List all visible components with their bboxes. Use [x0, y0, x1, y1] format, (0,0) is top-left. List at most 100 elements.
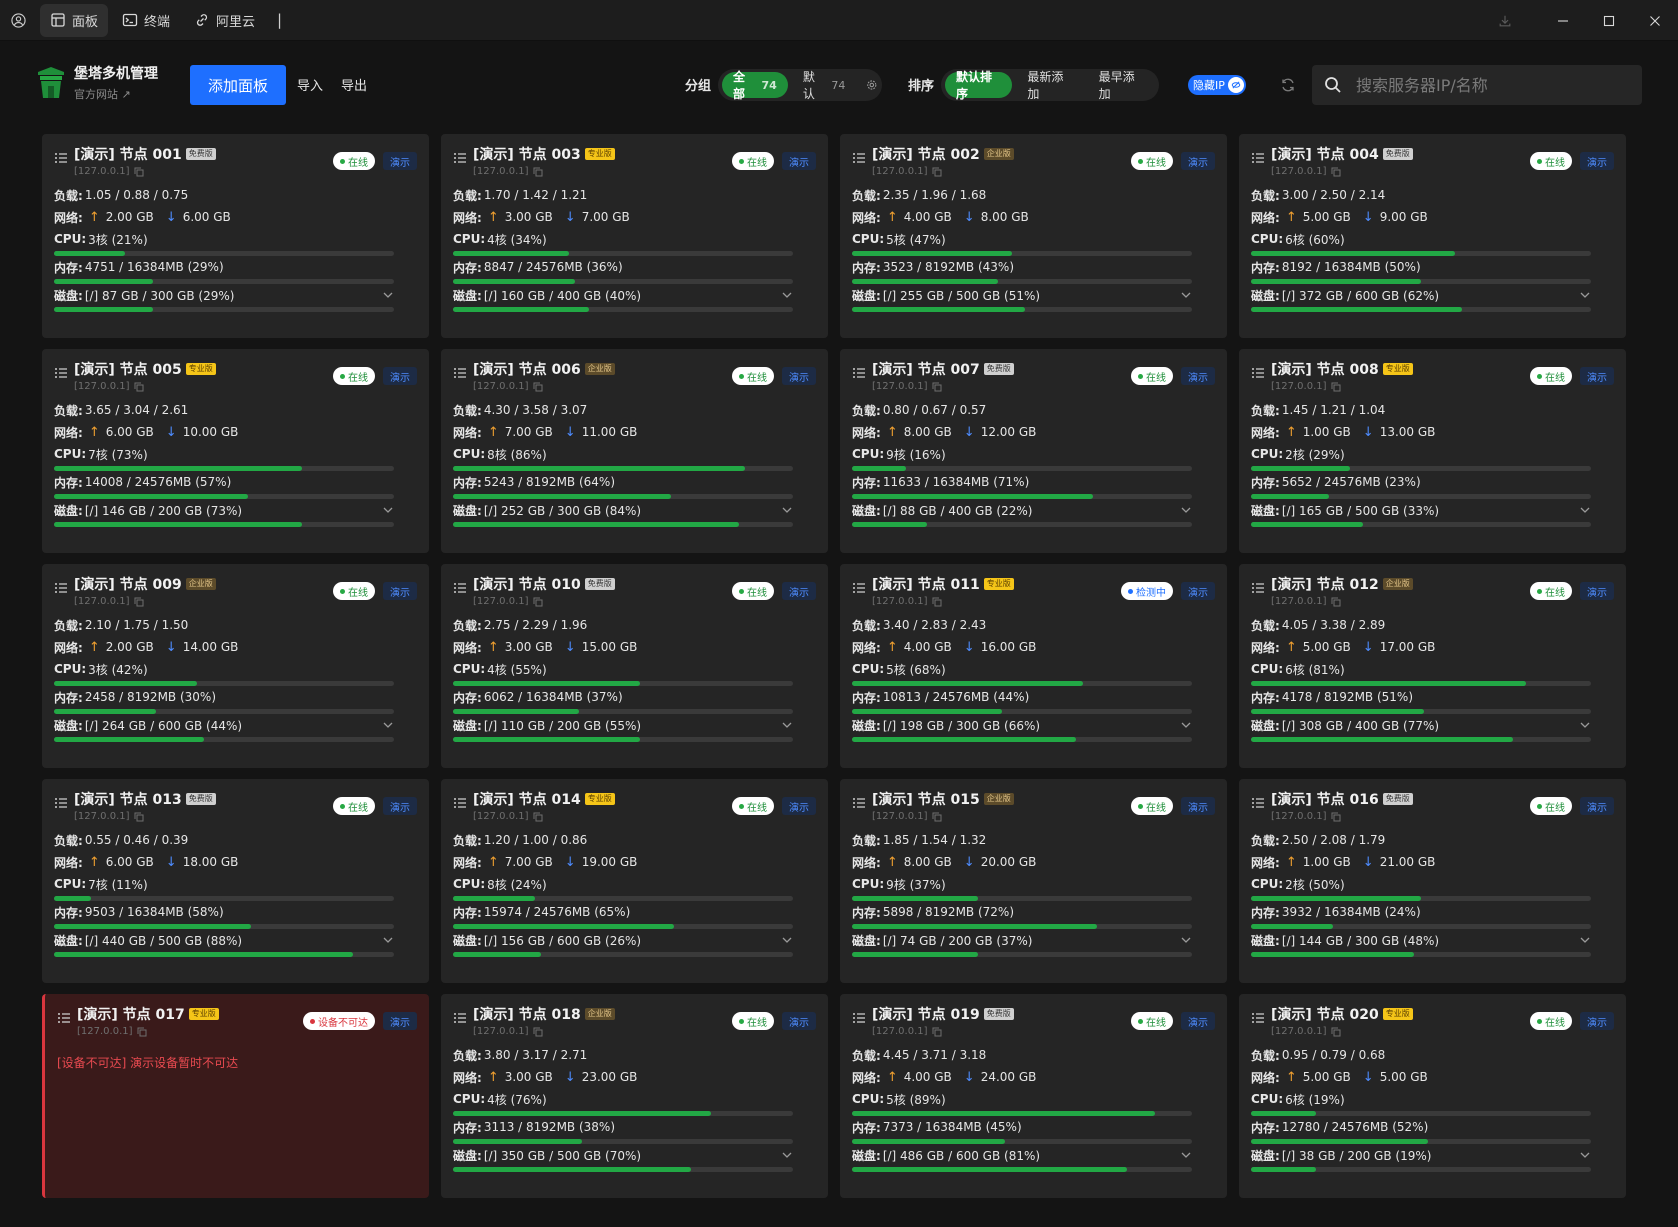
server-title[interactable]: [演示] 节点 014	[473, 789, 581, 809]
server-title[interactable]: [演示] 节点 018	[473, 1004, 581, 1024]
server-title[interactable]: [演示] 节点 009	[74, 574, 182, 594]
server-card[interactable]: [演示] 节点 018 企业版 [127.0.0.1] 在线 演示 负载: 3.80 / 3…	[441, 994, 828, 1198]
drag-menu-icon[interactable]	[54, 366, 68, 380]
tab-aliyun[interactable]: 阿里云	[184, 4, 265, 37]
drag-menu-icon[interactable]	[1251, 1011, 1265, 1025]
server-card[interactable]: [演示] 节点 019 免费版 [127.0.0.1] 在线 演示 负载: 4.45 / 3…	[840, 994, 1227, 1198]
server-card[interactable]: [演示] 节点 017 专业版 [127.0.0.1] 设备不可达 演示 [设备不可达] …	[42, 994, 429, 1198]
chevron-down-icon[interactable]	[1180, 934, 1192, 946]
chevron-down-icon[interactable]	[1180, 289, 1192, 301]
group-default[interactable]: 默认 74	[792, 70, 857, 101]
hide-ip-toggle[interactable]: 隐藏IP	[1188, 75, 1246, 95]
server-title[interactable]: [演示] 节点 008	[1271, 359, 1379, 379]
drag-menu-icon[interactable]	[453, 581, 467, 595]
chevron-down-icon[interactable]	[382, 719, 394, 731]
copy-icon[interactable]	[932, 382, 942, 392]
chevron-down-icon[interactable]	[382, 934, 394, 946]
server-card[interactable]: [演示] 节点 011 专业版 [127.0.0.1] 检测中 演示 负载: 3.40 / …	[840, 564, 1227, 768]
drag-menu-icon[interactable]	[852, 151, 866, 165]
drag-menu-icon[interactable]	[57, 1011, 71, 1025]
drag-menu-icon[interactable]	[453, 151, 467, 165]
drag-menu-icon[interactable]	[54, 796, 68, 810]
copy-icon[interactable]	[932, 597, 942, 607]
server-title[interactable]: [演示] 节点 012	[1271, 574, 1379, 594]
server-title[interactable]: [演示] 节点 016	[1271, 789, 1379, 809]
close-button[interactable]	[1632, 0, 1678, 41]
server-card[interactable]: [演示] 节点 010 免费版 [127.0.0.1] 在线 演示 负载: 2.75 / 2…	[441, 564, 828, 768]
chevron-down-icon[interactable]	[1579, 504, 1591, 516]
chevron-down-icon[interactable]	[1579, 1149, 1591, 1161]
chevron-down-icon[interactable]	[1579, 289, 1591, 301]
server-card[interactable]: [演示] 节点 012 企业版 [127.0.0.1] 在线 演示 负载: 4.05 / 3…	[1239, 564, 1626, 768]
import-button[interactable]: 导入	[297, 75, 323, 94]
server-title[interactable]: [演示] 节点 007	[872, 359, 980, 379]
copy-icon[interactable]	[533, 382, 543, 392]
copy-icon[interactable]	[134, 597, 144, 607]
tab-terminal[interactable]: 终端	[112, 4, 180, 37]
server-card[interactable]: [演示] 节点 002 企业版 [127.0.0.1] 在线 演示 负载: 2.35 / 1…	[840, 134, 1227, 338]
chevron-down-icon[interactable]	[781, 289, 793, 301]
add-panel-button[interactable]: 添加面板	[190, 65, 286, 105]
drag-menu-icon[interactable]	[1251, 366, 1265, 380]
sort-default[interactable]: 默认排序	[945, 70, 1013, 101]
server-title[interactable]: [演示] 节点 001	[74, 144, 182, 164]
chevron-down-icon[interactable]	[1579, 719, 1591, 731]
server-title[interactable]: [演示] 节点 017	[77, 1004, 185, 1024]
server-card[interactable]: [演示] 节点 015 企业版 [127.0.0.1] 在线 演示 负载: 1.85 / 1…	[840, 779, 1227, 983]
server-card[interactable]: [演示] 节点 020 专业版 [127.0.0.1] 在线 演示 负载: 0.95 / 0…	[1239, 994, 1626, 1198]
copy-icon[interactable]	[134, 382, 144, 392]
drag-menu-icon[interactable]	[1251, 151, 1265, 165]
copy-icon[interactable]	[1331, 382, 1341, 392]
server-title[interactable]: [演示] 节点 013	[74, 789, 182, 809]
chevron-down-icon[interactable]	[781, 934, 793, 946]
server-card[interactable]: [演示] 节点 007 免费版 [127.0.0.1] 在线 演示 负载: 0.80 / 0…	[840, 349, 1227, 553]
copy-icon[interactable]	[137, 1027, 147, 1037]
chevron-down-icon[interactable]	[382, 289, 394, 301]
search-input[interactable]	[1356, 75, 1626, 95]
server-title[interactable]: [演示] 节点 010	[473, 574, 581, 594]
server-title[interactable]: [演示] 节点 005	[74, 359, 182, 379]
drag-menu-icon[interactable]	[453, 1011, 467, 1025]
chevron-down-icon[interactable]	[1180, 1149, 1192, 1161]
copy-icon[interactable]	[134, 812, 144, 822]
sort-newest[interactable]: 最新添加	[1016, 70, 1083, 101]
server-card[interactable]: [演示] 节点 014 专业版 [127.0.0.1] 在线 演示 负载: 1.20 / 1…	[441, 779, 828, 983]
download-icon[interactable]	[1482, 0, 1528, 41]
copy-icon[interactable]	[1331, 167, 1341, 177]
server-title[interactable]: [演示] 节点 011	[872, 574, 980, 594]
drag-menu-icon[interactable]	[54, 581, 68, 595]
copy-icon[interactable]	[932, 1027, 942, 1037]
copy-icon[interactable]	[1331, 1027, 1341, 1037]
chevron-down-icon[interactable]	[382, 504, 394, 516]
copy-icon[interactable]	[1331, 597, 1341, 607]
server-title[interactable]: [演示] 节点 006	[473, 359, 581, 379]
drag-menu-icon[interactable]	[453, 366, 467, 380]
drag-menu-icon[interactable]	[852, 1011, 866, 1025]
copy-icon[interactable]	[533, 597, 543, 607]
server-title[interactable]: [演示] 节点 004	[1271, 144, 1379, 164]
chevron-down-icon[interactable]	[781, 1149, 793, 1161]
copy-icon[interactable]	[1331, 812, 1341, 822]
server-title[interactable]: [演示] 节点 003	[473, 144, 581, 164]
drag-menu-icon[interactable]	[852, 581, 866, 595]
server-title[interactable]: [演示] 节点 019	[872, 1004, 980, 1024]
drag-menu-icon[interactable]	[453, 796, 467, 810]
copy-icon[interactable]	[533, 1027, 543, 1037]
tab-dashboard[interactable]: 面板	[40, 3, 109, 37]
server-card[interactable]: [演示] 节点 003 专业版 [127.0.0.1] 在线 演示 负载: 1.70 / 1…	[441, 134, 828, 338]
copy-icon[interactable]	[134, 167, 144, 177]
drag-menu-icon[interactable]	[1251, 581, 1265, 595]
user-icon[interactable]	[0, 0, 36, 41]
server-card[interactable]: [演示] 节点 008 专业版 [127.0.0.1] 在线 演示 负载: 1.45 / 1…	[1239, 349, 1626, 553]
drag-menu-icon[interactable]	[1251, 796, 1265, 810]
export-button[interactable]: 导出	[341, 75, 367, 94]
drag-menu-icon[interactable]	[54, 151, 68, 165]
group-settings-icon[interactable]	[866, 79, 878, 91]
drag-menu-icon[interactable]	[852, 366, 866, 380]
copy-icon[interactable]	[932, 167, 942, 177]
server-card[interactable]: [演示] 节点 009 企业版 [127.0.0.1] 在线 演示 负载: 2.10 / 1…	[42, 564, 429, 768]
drag-menu-icon[interactable]	[852, 796, 866, 810]
server-title[interactable]: [演示] 节点 020	[1271, 1004, 1379, 1024]
chevron-down-icon[interactable]	[781, 504, 793, 516]
sort-oldest[interactable]: 最早添加	[1088, 70, 1155, 101]
